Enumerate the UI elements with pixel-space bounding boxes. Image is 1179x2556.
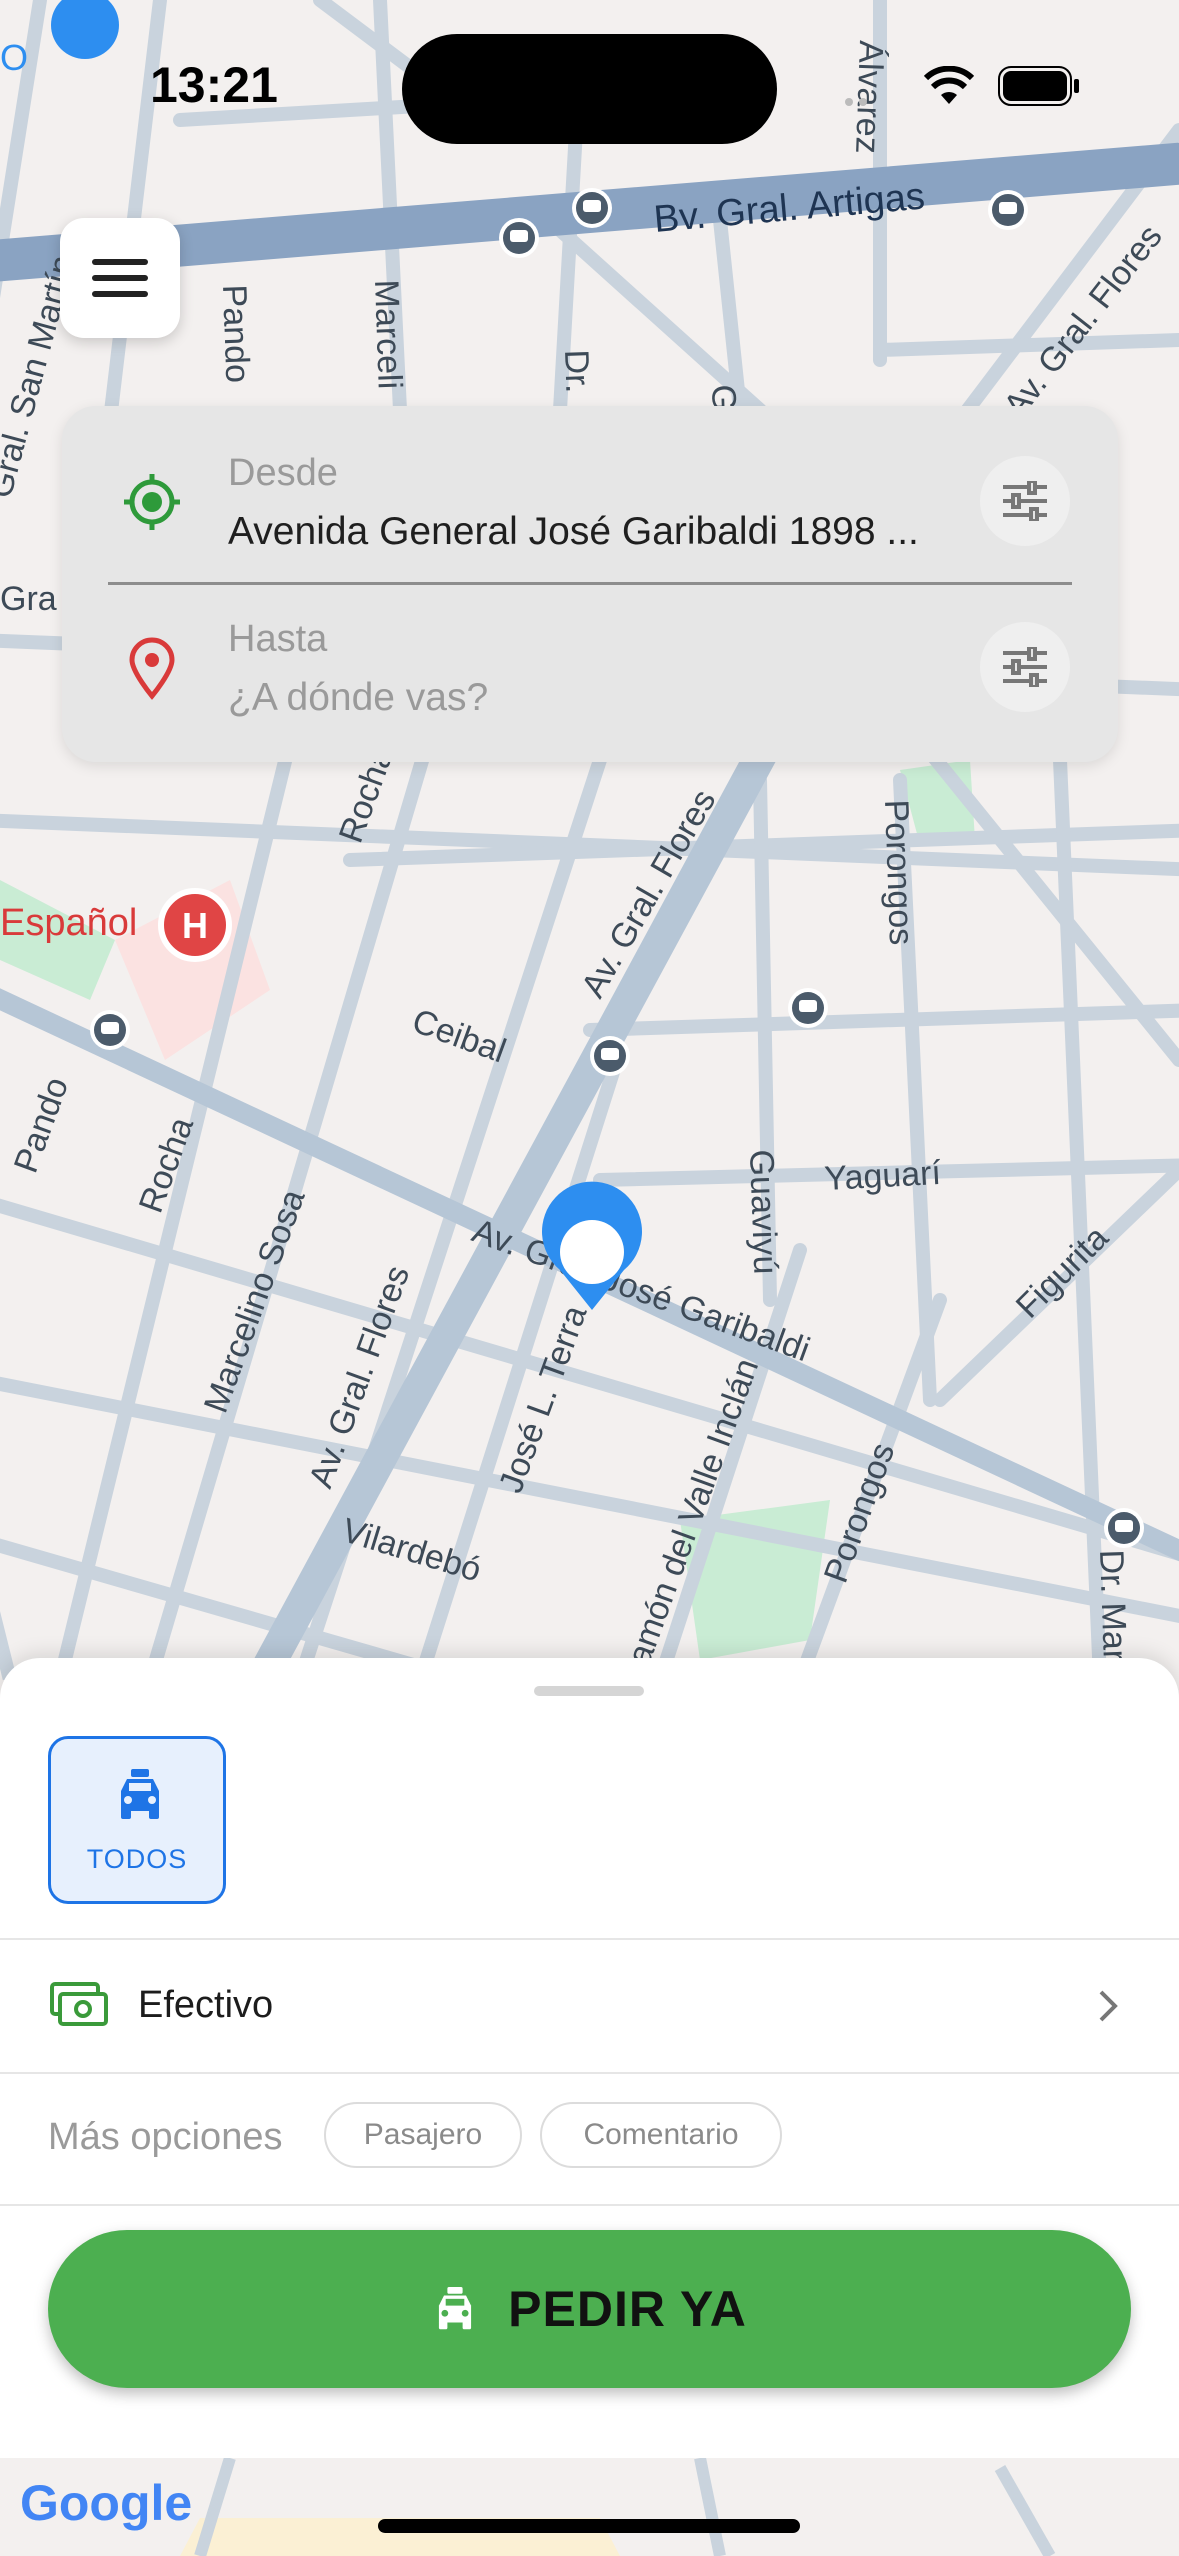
route-card: Desde Avenida General José Garibaldi 189… (62, 406, 1118, 762)
vehicle-type-label: TODOS (86, 1844, 188, 1874)
hamburger-icon (92, 259, 148, 265)
taxi-icon (439, 2287, 472, 2330)
request-ride-label: PEDIR YA (508, 2281, 747, 2337)
destination-options-button[interactable] (980, 622, 1070, 712)
svg-text:Gra: Gra (0, 580, 57, 618)
more-options-row: Más opciones Pasajero Comentario (0, 2072, 1179, 2200)
destination-label: Hasta (228, 618, 328, 660)
sliders-icon (1003, 481, 1047, 521)
sliders-icon (1003, 647, 1047, 687)
destination-row[interactable]: Hasta ¿A dónde vas? (62, 586, 1118, 754)
menu-button[interactable] (60, 218, 180, 338)
status-bar: 13:21 (0, 0, 1179, 150)
google-logo: Google (20, 2475, 193, 2531)
origin-value[interactable]: Avenida General José Garibaldi 1898 ... (228, 510, 1048, 554)
destination-pin-icon (129, 637, 175, 700)
bottom-sheet: TODOS Efectivo Más opciones Pasajero Com… (0, 1658, 1179, 2458)
payment-method-label: Efectivo (138, 1984, 274, 2026)
chevron-right-icon (1099, 1990, 1118, 2022)
payment-method-row[interactable]: Efectivo (0, 1940, 1179, 2070)
dynamic-island (402, 34, 777, 144)
taxi-icon (121, 1769, 159, 1819)
svg-text:Marceli: Marceli (367, 279, 409, 390)
route-divider (108, 582, 1072, 585)
hospital-marker-icon[interactable]: H (158, 888, 232, 962)
chip-pasajero[interactable]: Pasajero (324, 2102, 522, 2168)
svg-text:Porongos: Porongos (877, 799, 920, 946)
status-time: 13:21 (150, 57, 278, 113)
svg-text:Pando: Pando (215, 284, 256, 384)
wifi-icon (924, 66, 974, 104)
request-ride-button[interactable]: PEDIR YA (48, 2230, 1131, 2388)
origin-label: Desde (228, 452, 338, 494)
svg-text:Yaguarí: Yaguarí (823, 1154, 942, 1198)
svg-text:Dr.: Dr. (557, 349, 596, 394)
svg-text:H: H (182, 905, 208, 946)
battery-icon (998, 66, 1079, 106)
gps-target-icon (124, 474, 180, 530)
sheet-drag-handle[interactable] (534, 1686, 644, 1696)
chip-comentario[interactable]: Comentario (540, 2102, 782, 2168)
svg-text:Guaviyú: Guaviyú (742, 1149, 784, 1275)
google-attribution: Google (20, 2474, 192, 2532)
cash-icon (50, 1982, 108, 2026)
destination-input[interactable]: ¿A dónde vas? (228, 676, 1048, 720)
origin-options-button[interactable] (980, 456, 1070, 546)
origin-row[interactable]: Desde Avenida General José Garibaldi 189… (62, 406, 1118, 574)
divider (0, 2204, 1179, 2206)
vehicle-type-todos[interactable]: TODOS (48, 1736, 226, 1904)
hospital-label[interactable]: Español (0, 902, 137, 944)
signal-dots-icon (845, 98, 867, 106)
more-options-title: Más opciones (48, 2116, 283, 2158)
home-indicator[interactable] (378, 2519, 800, 2533)
